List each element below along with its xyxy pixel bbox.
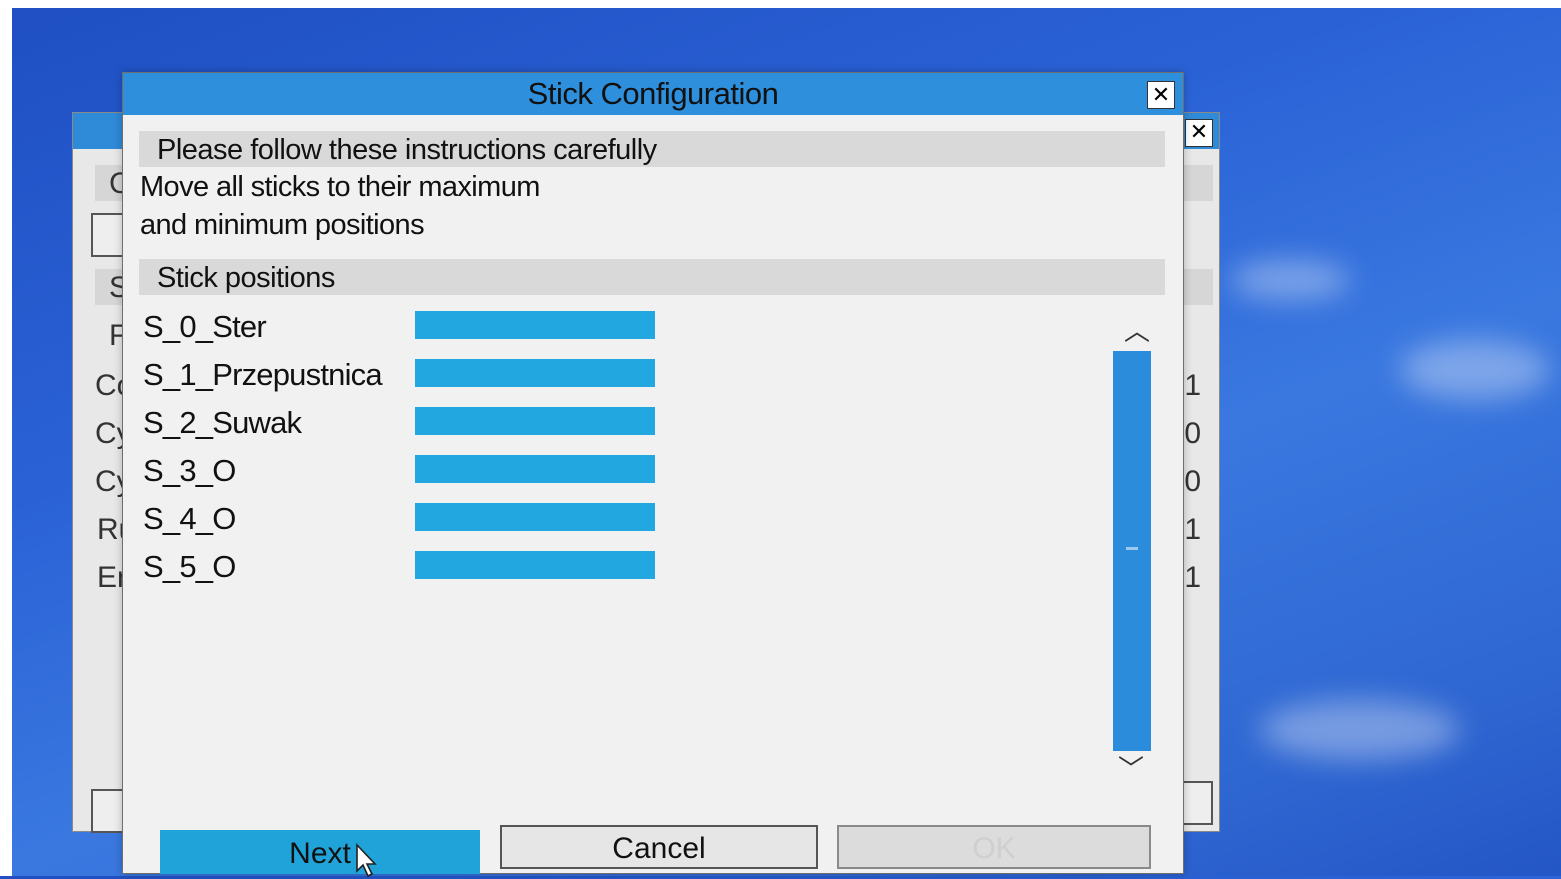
- scrollbar-thumb[interactable]: [1113, 351, 1151, 751]
- stick-name: S_1_Przepustnica: [143, 357, 383, 392]
- background-box[interactable]: [1179, 781, 1213, 825]
- scroll-up-chevron-icon[interactable]: ︿: [1121, 318, 1153, 344]
- instruction-line: and minimum positions: [140, 209, 425, 241]
- next-button[interactable]: Next: [160, 830, 480, 874]
- background-value: 1: [1184, 561, 1201, 594]
- stick-name: S_2_Suwak: [143, 405, 302, 440]
- stick-position-bar: [415, 359, 655, 387]
- titlebar: Stick Configuration ✕: [123, 73, 1183, 115]
- background-value: 0: [1184, 465, 1201, 498]
- scroll-down-chevron-icon[interactable]: ﹀: [1115, 756, 1147, 782]
- stick-position-bar: [415, 551, 655, 579]
- stick-position-bar: [415, 311, 655, 339]
- background-value: 0: [1184, 417, 1201, 450]
- background-value: 1: [1184, 513, 1201, 546]
- stick-configuration-dialog: Stick Configuration ✕ Please follow thes…: [122, 72, 1184, 878]
- cancel-button[interactable]: Cancel: [500, 825, 818, 869]
- background-box[interactable]: [91, 789, 125, 833]
- positions-header: Stick positions: [139, 259, 1165, 295]
- background-close-icon[interactable]: ✕: [1185, 119, 1213, 147]
- scrollbar-grip: [1126, 547, 1138, 550]
- stick-position-bar: [415, 503, 655, 531]
- stick-name: S_3_O: [143, 453, 236, 488]
- dialog-title: Stick Configuration: [527, 76, 779, 111]
- stick-name: S_5_O: [143, 549, 236, 584]
- stick-name: S_0_Ster: [143, 309, 267, 344]
- background-box[interactable]: [91, 213, 125, 257]
- stick-position-bar: [415, 407, 655, 435]
- mouse-pointer-icon: [356, 843, 377, 878]
- instructions-header: Please follow these instructions careful…: [139, 131, 1165, 167]
- ok-button[interactable]: OK: [837, 825, 1151, 869]
- stick-position-bar: [415, 455, 655, 483]
- instruction-line: Move all sticks to their maximum: [140, 171, 540, 203]
- close-icon[interactable]: ✕: [1147, 81, 1175, 109]
- background-value: 1: [1184, 369, 1201, 402]
- stick-name: S_4_O: [143, 501, 236, 536]
